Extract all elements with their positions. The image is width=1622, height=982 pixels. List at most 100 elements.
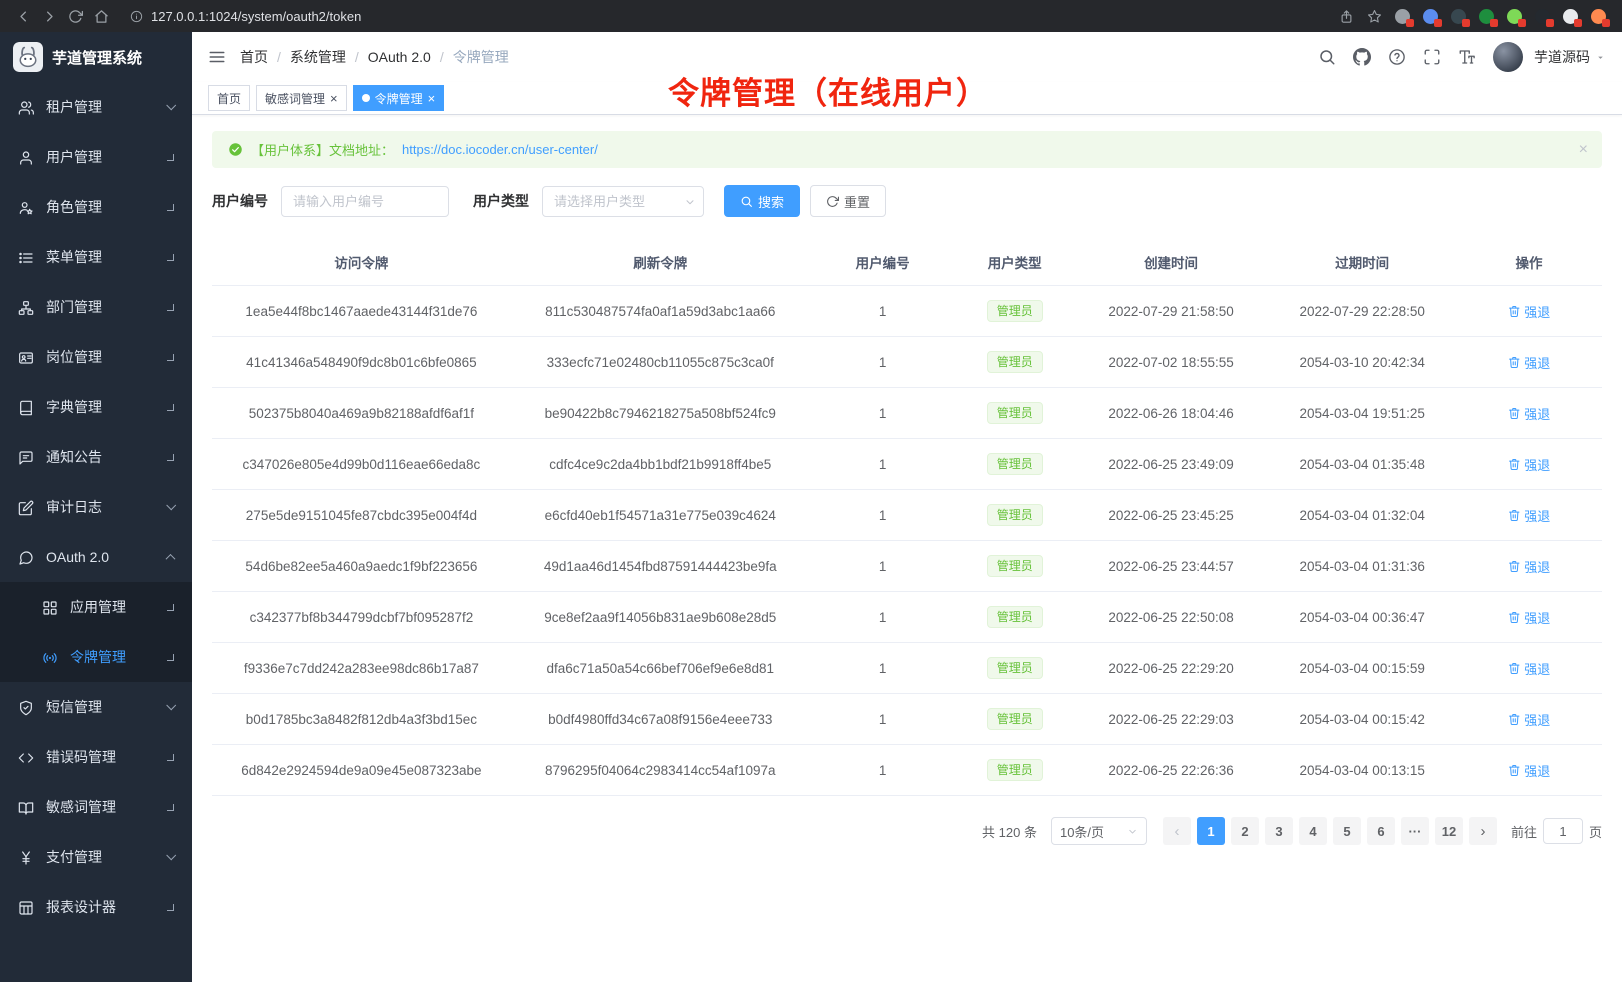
- reset-button[interactable]: 重置: [810, 185, 886, 217]
- column-header-access-token: 访问令牌: [212, 239, 511, 286]
- address-bar[interactable]: 127.0.0.1:1024/system/oauth2/token: [130, 9, 1335, 24]
- force-logout-button[interactable]: 强退: [1508, 302, 1551, 321]
- table-row: f9336e7c7dd242a283ee98dc86b17a87 dfa6c71…: [212, 643, 1602, 694]
- info-icon[interactable]: [130, 10, 143, 23]
- sidebar-item-dict[interactable]: 字典管理: [0, 382, 192, 432]
- extension-icon[interactable]: [1395, 9, 1410, 24]
- menu-list-icon: [18, 248, 34, 265]
- doc-link[interactable]: https://doc.iocoder.cn/user-center/: [402, 142, 598, 157]
- page-button[interactable]: 2: [1231, 817, 1259, 845]
- force-logout-button[interactable]: 强退: [1508, 404, 1551, 423]
- extension-icon[interactable]: [1423, 9, 1438, 24]
- sidebar-item-tenant[interactable]: 租户管理: [0, 82, 192, 132]
- sidebar-item-sensitive-word[interactable]: 敏感词管理: [0, 782, 192, 832]
- sidebar-item-error-code[interactable]: 错误码管理: [0, 732, 192, 782]
- delete-icon: [1508, 611, 1521, 624]
- extension-icon[interactable]: [1535, 9, 1550, 24]
- force-logout-button[interactable]: 强退: [1508, 659, 1551, 678]
- chevron-icon: [166, 500, 176, 510]
- sidebar-item-pay[interactable]: 支付管理: [0, 832, 192, 882]
- force-logout-button[interactable]: 强退: [1508, 608, 1551, 627]
- fullscreen-icon[interactable]: [1423, 48, 1441, 66]
- page-size-select[interactable]: 10条/页: [1051, 817, 1147, 845]
- hamburger-icon[interactable]: [208, 48, 226, 66]
- forward-icon[interactable]: [38, 5, 60, 27]
- sidebar-item-notice[interactable]: 通知公告: [0, 432, 192, 482]
- refresh-token-cell: e6cfd40eb1f54571a31e775e039c4624: [511, 490, 810, 541]
- breadcrumb-item-oauth2[interactable]: OAuth 2.0: [368, 49, 431, 65]
- goto-page-input[interactable]: [1543, 818, 1583, 844]
- user-id-input[interactable]: [281, 186, 449, 217]
- force-logout-button[interactable]: 强退: [1508, 455, 1551, 474]
- page-button[interactable]: 1: [1197, 817, 1225, 845]
- column-header-user-id: 用户编号: [810, 239, 956, 286]
- expire-time-cell: 2054-03-04 00:36:47: [1268, 592, 1456, 643]
- sidebar-item-oauth2-token[interactable]: 令牌管理: [0, 632, 192, 682]
- app-logo[interactable]: 芋道管理系统: [0, 32, 192, 82]
- force-logout-button[interactable]: 强退: [1508, 353, 1551, 372]
- breadcrumb-item-system[interactable]: 系统管理: [290, 47, 346, 67]
- force-logout-button[interactable]: 强退: [1508, 761, 1551, 780]
- extension-icon[interactable]: [1563, 9, 1578, 24]
- bookmark-star-icon[interactable]: [1367, 9, 1382, 24]
- sidebar-item-dept[interactable]: 部门管理: [0, 282, 192, 332]
- close-icon[interactable]: [330, 92, 338, 105]
- page-size-value: 10条/页: [1060, 822, 1104, 841]
- tab-token[interactable]: 令牌管理: [353, 85, 445, 111]
- access-token-cell: 41c41346a548490f9dc8b01c6bfe0865: [212, 337, 511, 388]
- user-type-badge: 管理员: [987, 555, 1043, 577]
- actions-cell: 强退: [1456, 337, 1602, 388]
- force-logout-button[interactable]: 强退: [1508, 506, 1551, 525]
- expire-time-cell: 2054-03-04 00:15:59: [1268, 643, 1456, 694]
- back-icon[interactable]: [12, 5, 34, 27]
- tab-label: 首页: [217, 90, 241, 107]
- page-button[interactable]: 3: [1265, 817, 1293, 845]
- page-button[interactable]: 4: [1299, 817, 1327, 845]
- user-type-select[interactable]: [542, 186, 704, 217]
- page-button[interactable]: 6: [1367, 817, 1395, 845]
- sidebar-item-menu[interactable]: 菜单管理: [0, 232, 192, 282]
- user-avatar[interactable]: [1493, 42, 1523, 72]
- goto-suffix: 页: [1589, 822, 1602, 841]
- force-logout-button[interactable]: 强退: [1508, 557, 1551, 576]
- close-icon[interactable]: [1579, 141, 1588, 159]
- sidebar-item-sms[interactable]: 短信管理: [0, 682, 192, 732]
- search-icon[interactable]: [1318, 48, 1336, 66]
- breadcrumb-item-home[interactable]: 首页: [240, 47, 268, 67]
- refresh-token-cell: 333ecfc71e02480cb11055c875c3ca0f: [511, 337, 810, 388]
- refresh-token-cell: 8796295f04064c2983414cc54af1097a: [511, 745, 810, 796]
- sidebar-item-label: 报表设计器: [46, 897, 116, 917]
- sidebar-item-user[interactable]: 用户管理: [0, 132, 192, 182]
- tab-home[interactable]: 首页: [208, 85, 250, 111]
- extension-icon[interactable]: [1479, 9, 1494, 24]
- tab-sensitive-word[interactable]: 敏感词管理: [256, 85, 347, 111]
- sidebar-item-oauth2-app[interactable]: 应用管理: [0, 582, 192, 632]
- extension-icon[interactable]: [1591, 9, 1606, 24]
- sidebar-item-post[interactable]: 岗位管理: [0, 332, 192, 382]
- page-button[interactable]: 12: [1435, 817, 1463, 845]
- next-page-button[interactable]: ›: [1469, 817, 1497, 845]
- close-icon[interactable]: [428, 92, 436, 105]
- extension-icon[interactable]: [1451, 9, 1466, 24]
- font-size-icon[interactable]: [1458, 48, 1476, 66]
- user-menu[interactable]: 芋道源码: [1534, 47, 1606, 67]
- reload-icon[interactable]: [64, 5, 86, 27]
- help-icon[interactable]: [1388, 48, 1406, 66]
- sidebar-item-role[interactable]: 角色管理: [0, 182, 192, 232]
- sidebar-item-report-designer[interactable]: 报表设计器: [0, 882, 192, 932]
- extension-icon[interactable]: [1507, 9, 1522, 24]
- page-button[interactable]: ···: [1401, 817, 1429, 845]
- table-row: 41c41346a548490f9dc8b01c6bfe0865 333ecfc…: [212, 337, 1602, 388]
- code-icon: [18, 748, 34, 765]
- sidebar-item-label: 审计日志: [46, 497, 102, 517]
- sidebar-item-oauth2[interactable]: OAuth 2.0: [0, 532, 192, 582]
- home-icon[interactable]: [90, 5, 112, 27]
- page-button[interactable]: 5: [1333, 817, 1361, 845]
- search-button[interactable]: 搜索: [724, 185, 800, 217]
- user-type-select-input[interactable]: [542, 186, 704, 217]
- force-logout-button[interactable]: 强退: [1508, 710, 1551, 729]
- share-icon[interactable]: [1339, 9, 1354, 24]
- sidebar-item-audit-log[interactable]: 审计日志: [0, 482, 192, 532]
- prev-page-button[interactable]: ‹: [1163, 817, 1191, 845]
- github-icon[interactable]: [1353, 48, 1371, 66]
